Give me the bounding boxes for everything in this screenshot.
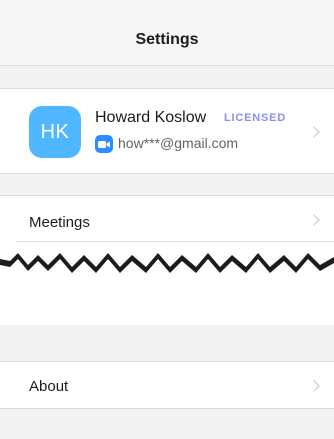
avatar-initials: HK: [40, 120, 70, 143]
avatar: HK: [29, 106, 81, 158]
chevron-right-icon: [308, 380, 320, 392]
about-group: About: [0, 361, 334, 409]
torn-edge: [0, 253, 334, 325]
menu-item-label: Meetings: [29, 213, 90, 231]
license-badge: LICENSED: [224, 112, 287, 124]
nav-bar: Settings: [0, 0, 334, 66]
page-title: Settings: [135, 30, 199, 48]
menu-item-about[interactable]: About: [0, 360, 334, 412]
profile-name: Howard Koslow: [95, 109, 207, 126]
chevron-right-icon: [308, 126, 320, 138]
profile-row[interactable]: HK Howard Koslow LICENSED how***@gmail.c…: [0, 88, 334, 174]
chevron-right-icon: [308, 214, 320, 226]
profile-email: how***@gmail.com: [118, 135, 239, 151]
menu-item-label: About: [29, 377, 69, 395]
divider: [16, 241, 334, 242]
video-camera-icon: [95, 135, 113, 153]
